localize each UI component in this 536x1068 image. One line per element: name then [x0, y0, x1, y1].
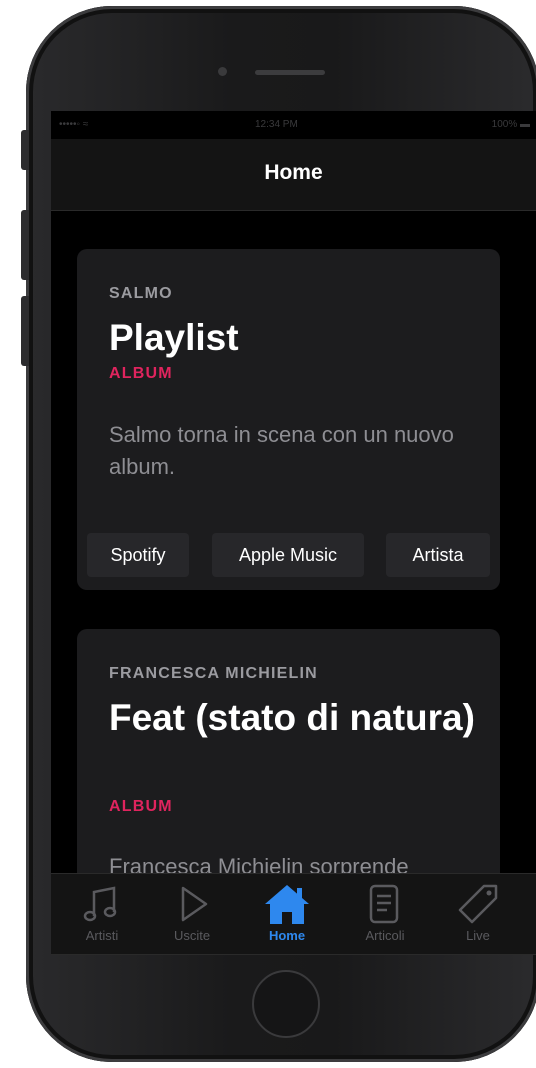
screen: •••••◦ ≈ 12:34 PM 100% ▬ Home SALMO Play…	[51, 111, 536, 955]
release-card[interactable]: SALMO Playlist ALBUM Salmo torna in scen…	[77, 249, 500, 590]
release-card[interactable]: FRANCESCA MICHIELIN Feat (stato di natur…	[77, 629, 500, 873]
card-title: Feat (stato di natura)	[109, 697, 475, 738]
volume-down-button	[21, 296, 29, 366]
card-artist: SALMO	[109, 285, 173, 302]
tab-artisti[interactable]: Artisti	[62, 882, 142, 943]
front-camera	[218, 67, 227, 76]
feed[interactable]: SALMO Playlist ALBUM Salmo torna in scen…	[51, 211, 536, 873]
navigation-bar: Home	[51, 139, 536, 211]
tag-icon	[458, 884, 498, 924]
page-title: Home	[264, 161, 323, 184]
apple-music-button[interactable]: Apple Music	[212, 533, 364, 577]
spotify-button[interactable]: Spotify	[87, 533, 189, 577]
tab-bar-divider	[51, 954, 536, 955]
tab-label: Home	[268, 928, 306, 943]
tab-home[interactable]: Home	[247, 882, 327, 943]
tab-label: Uscite	[173, 928, 211, 943]
card-title: Playlist	[109, 317, 239, 358]
music-note-icon	[83, 886, 117, 922]
card-type-badge: ALBUM	[109, 798, 173, 815]
tab-label: Articoli	[365, 928, 405, 943]
home-hardware-button[interactable]	[252, 970, 320, 1038]
carrier-signal: •••••◦ ≈	[59, 119, 89, 130]
artist-button[interactable]: Artista	[386, 533, 490, 577]
tab-live[interactable]: Live	[438, 882, 518, 943]
home-icon	[265, 885, 309, 924]
article-icon	[369, 884, 399, 924]
status-bar: •••••◦ ≈ 12:34 PM 100% ▬	[51, 111, 536, 139]
volume-up-button	[21, 210, 29, 280]
tab-label: Live	[466, 928, 490, 943]
card-type-badge: ALBUM	[109, 365, 173, 382]
play-icon	[181, 886, 208, 922]
tab-label: Artisti	[85, 928, 119, 943]
card-artist: FRANCESCA MICHIELIN	[109, 665, 318, 682]
mute-switch	[21, 130, 29, 170]
tab-articoli[interactable]: Articoli	[345, 882, 425, 943]
tab-bar: Artisti Uscite Home Articoli Live	[51, 873, 536, 955]
card-description: Salmo torna in scena con un nuovo album.	[109, 422, 454, 479]
card-description: Francesca Michielin sorprende	[109, 854, 409, 873]
earpiece-speaker	[255, 70, 325, 75]
battery-indicator: 100% ▬	[491, 119, 530, 130]
tab-uscite[interactable]: Uscite	[152, 882, 232, 943]
status-time: 12:34 PM	[255, 119, 298, 130]
